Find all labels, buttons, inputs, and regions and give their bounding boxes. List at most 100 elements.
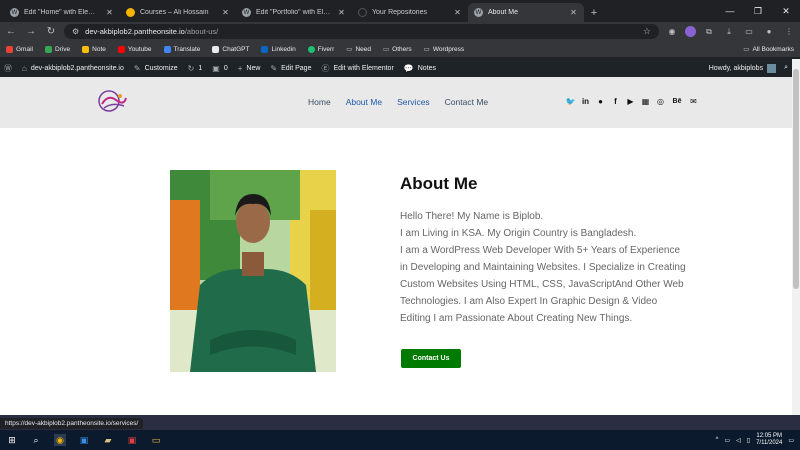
about-content: About Me Hello There! My Name is Biplob.… [400,174,690,327]
dribbble-icon[interactable]: ◎ [656,97,665,106]
close-tab-icon[interactable]: ✕ [453,8,462,17]
bookmark-label: Drive [54,45,71,53]
new-tab-icon[interactable]: + [586,3,602,22]
linkedin-icon[interactable]: in [581,97,590,106]
chevron-up-icon[interactable]: ^ [716,437,719,443]
wp-updates[interactable]: ↻ 1 [188,64,203,73]
wp-comments-count: 0 [223,64,228,72]
volume-icon[interactable]: ◁ [736,437,741,444]
codepen-icon[interactable]: ▦ [641,97,650,106]
wp-howdy-label: Howdy, akbiplobs [708,64,764,72]
taskbar-app-icon[interactable]: ▰ [102,434,114,446]
bookmark-label: Need [355,45,371,53]
battery-icon[interactable]: ▯ [747,437,750,444]
translate-icon [163,45,171,53]
wp-new[interactable]: + New [238,64,261,73]
bookmark-linkedin[interactable]: Linkedin [261,45,296,53]
close-tab-icon[interactable]: ✕ [337,8,346,17]
wp-elementor-label: Edit with Elementor [333,64,394,72]
tab-edit-portfolio[interactable]: W Edit "Portfolio" with Elementor ✕ [236,3,352,22]
bookmark-folder-others[interactable]: ▭ Others [383,45,412,54]
avatar [767,63,777,73]
bookmark-youtube[interactable]: Youtube [117,45,152,53]
windows-start-icon[interactable]: ⊞ [6,434,18,446]
profile-extension-icon[interactable] [685,26,696,37]
bookmark-label: Wordpress [432,45,465,53]
forward-icon[interactable]: → [24,25,38,39]
bookmark-star-icon[interactable]: ☆ [643,26,651,37]
bookmark-drive[interactable]: Drive [44,45,71,53]
close-tab-icon[interactable]: ✕ [569,8,578,17]
tab-edit-home[interactable]: W Edit "Home" with Elementor ✕ [4,3,120,22]
wp-edit-elementor[interactable]: Ⓔ Edit with Elementor [321,63,393,74]
wp-customize[interactable]: ✎ Customize [134,64,178,73]
search-icon[interactable]: ⌕ [30,434,42,446]
close-window-icon[interactable]: ✕ [772,0,800,22]
bookmarks-bar: Gmail Drive Note Youtube Translate ChatG… [0,41,800,58]
outlook-icon[interactable]: ▣ [78,434,90,446]
scrollbar-thumb[interactable] [793,69,799,289]
wp-edit-page[interactable]: ✎ Edit Page [270,64,311,73]
bookmark-folder-need[interactable]: ▭ Need [346,45,371,54]
email-icon[interactable]: ✉ [689,97,698,106]
clock[interactable]: 12:05 PM 7/11/2024 [756,433,782,447]
wp-notes[interactable]: 💬 Notes [404,64,436,73]
windows-taskbar: ⊞ ⌕ ◉ ▣ ▰ ▣ ▭ ^ ▭ ◁ ▯ 12:05 PM 7/11/2024… [0,430,800,450]
reload-icon[interactable]: ↻ [44,25,58,39]
bookmark-label: Gmail [16,45,33,53]
close-tab-icon[interactable]: ✕ [221,8,230,17]
minimize-icon[interactable]: — [716,0,744,22]
twitter-icon[interactable]: 🐦 [566,97,576,106]
menu-icon[interactable]: ⋮ [782,25,796,39]
extensions-puzzle-icon[interactable]: ⧉ [702,25,716,39]
nav-about-me[interactable]: About Me [346,97,382,107]
nav-services[interactable]: Services [397,97,430,107]
nav-contact-me[interactable]: Contact Me [445,97,488,107]
notifications-icon[interactable]: ▭ [788,437,794,444]
sidebar-icon[interactable]: ▭ [742,25,756,39]
tab-title: Courses – Ali Hossain [140,9,209,16]
bookmark-gmail[interactable]: Gmail [6,45,33,53]
download-icon[interactable]: ⤓ [722,25,736,39]
tab-about-me[interactable]: W About Me ✕ [468,3,584,22]
file-explorer-icon[interactable]: ▭ [150,434,162,446]
github-icon[interactable]: ● [596,97,605,106]
tab-courses[interactable]: Courses – Ali Hossain ✕ [120,3,236,22]
tab-title: Edit "Portfolio" with Elementor [256,9,332,16]
youtube-icon[interactable]: ▶ [626,97,635,106]
close-tab-icon[interactable]: ✕ [105,8,114,17]
bookmark-translate[interactable]: Translate [163,45,200,53]
search-icon[interactable]: ⌕ [784,64,788,72]
profile-photo [170,170,336,372]
site-logo[interactable] [96,88,130,114]
bookmark-note[interactable]: Note [82,45,106,53]
nav-home[interactable]: Home [308,97,331,107]
bookmark-label: Youtube [127,45,152,53]
bookmark-chatgpt[interactable]: ChatGPT [212,45,249,53]
chrome-icon[interactable]: ◉ [54,434,66,446]
wp-logo-icon[interactable]: Ⓦ [4,63,12,74]
about-line-2: I am Living in KSA. My Origin Country is… [400,228,637,239]
wp-site-name[interactable]: ⌂ dev-akbiplob2.pantheonsite.io [22,64,124,73]
wp-comments[interactable]: ▣ 0 [212,64,227,73]
back-icon[interactable]: ← [4,25,18,39]
extension-icon[interactable]: ◉ [665,25,679,39]
facebook-icon[interactable]: f [611,97,620,106]
bookmark-label: Others [392,45,412,53]
maximize-icon[interactable]: ❐ [744,0,772,22]
contact-us-button[interactable]: Contact Us [401,349,461,368]
behance-icon[interactable]: Bē [671,97,683,106]
network-icon[interactable]: ▭ [724,437,730,444]
site-info-icon[interactable]: ⚙ [72,27,79,36]
page-scrollbar[interactable] [792,59,800,415]
all-bookmarks[interactable]: ▭ All Bookmarks [743,45,794,54]
avatar[interactable]: ● [762,25,776,39]
plus-icon: + [237,63,243,73]
bookmark-fiverr[interactable]: Fiverr [307,45,334,53]
address-bar[interactable]: ⚙ dev-akbiplob2.pantheonsite.io/about-us… [64,24,659,39]
wp-account[interactable]: Howdy, akbiplobs [708,63,777,73]
tab-repositories[interactable]: Your Repositories ✕ [352,3,468,22]
taskbar-app-icon[interactable]: ▣ [126,434,138,446]
bookmark-folder-wordpress[interactable]: ▭ Wordpress [424,45,465,54]
wordpress-icon: W [474,8,483,17]
